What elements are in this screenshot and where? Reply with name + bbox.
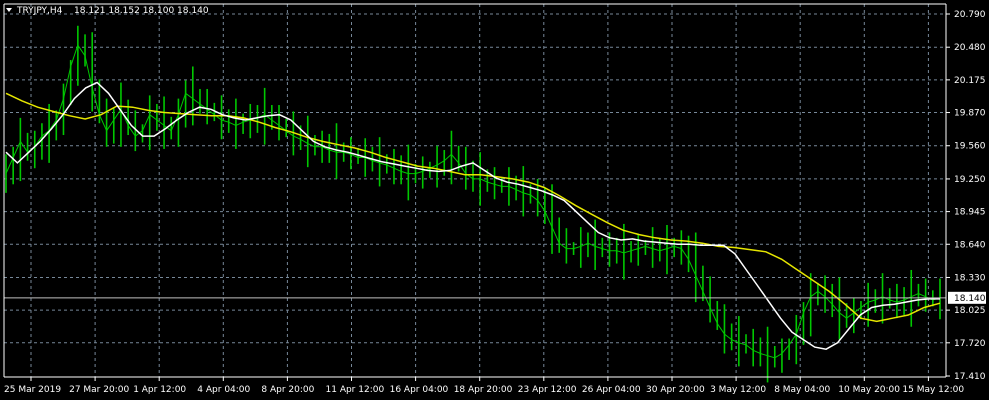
x-tick-label: 10 May 20:00 bbox=[838, 385, 900, 395]
y-tick-label: 18.945 bbox=[954, 208, 986, 218]
y-tick-label: 19.560 bbox=[954, 142, 986, 152]
y-tick-label: 18.330 bbox=[954, 273, 986, 283]
current-price-text: 18.140 bbox=[954, 294, 986, 304]
x-tick-label: 23 Apr 12:00 bbox=[518, 385, 577, 395]
current-price-label: 18.140 bbox=[948, 291, 986, 304]
symbol-label: TRYJPY,H4 bbox=[16, 6, 63, 16]
y-tick-label: 17.720 bbox=[954, 339, 986, 349]
y-tick-label: 20.175 bbox=[954, 76, 986, 86]
x-tick-label: 4 Apr 04:00 bbox=[197, 385, 250, 395]
x-tick-label: 8 Apr 20:00 bbox=[261, 385, 314, 395]
x-tick-label: 30 Apr 20:00 bbox=[646, 385, 705, 395]
x-tick-label: 8 May 04:00 bbox=[774, 385, 830, 395]
x-tick-label: 18 Apr 20:00 bbox=[454, 385, 513, 395]
chart: 20.790 20.480 20.175 19.870 19.560 19.250 18.9… bbox=[0, 0, 989, 400]
x-tick-label: 3 May 12:00 bbox=[710, 385, 766, 395]
y-tick-label: 18.025 bbox=[954, 306, 986, 316]
y-tick-label: 17.410 bbox=[954, 372, 986, 382]
x-tick-label: 25 Mar 2019 bbox=[4, 385, 61, 395]
x-tick-label: 27 Mar 20:00 bbox=[69, 385, 129, 395]
ohlc-readout: 18.121 18.152 18.100 18.140 bbox=[74, 6, 209, 16]
y-tick-label: 20.480 bbox=[954, 43, 986, 53]
x-tick-label: 16 Apr 04:00 bbox=[390, 385, 449, 395]
x-tick-label: 15 May 12:00 bbox=[902, 385, 964, 395]
y-tick-label: 19.870 bbox=[954, 109, 986, 119]
x-tick-label: 1 Apr 12:00 bbox=[133, 385, 186, 395]
y-tick-label: 19.250 bbox=[954, 175, 986, 185]
y-tick-label: 18.640 bbox=[954, 240, 986, 250]
x-tick-label: 11 Apr 12:00 bbox=[326, 385, 385, 395]
x-tick-label: 26 Apr 04:00 bbox=[582, 385, 641, 395]
y-tick-label: 20.790 bbox=[954, 10, 986, 20]
